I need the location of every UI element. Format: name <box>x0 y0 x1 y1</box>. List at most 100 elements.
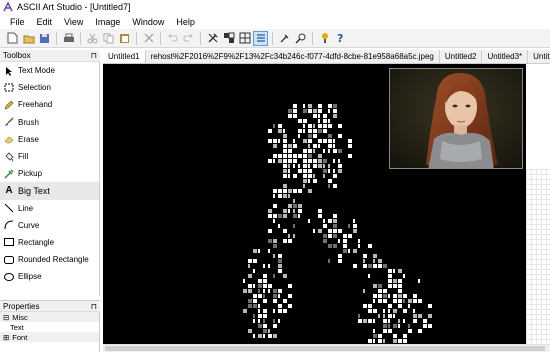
tool-rectangle[interactable]: Rectangle <box>0 234 99 251</box>
property-category-misc[interactable]: ⊟ Misc <box>0 312 99 322</box>
pin-icon[interactable]: ⊓ <box>91 302 97 311</box>
ascii-char <box>253 319 255 323</box>
ascii-char <box>303 184 305 188</box>
property-row-text[interactable]: Text <box>0 322 99 332</box>
expand-icon[interactable]: ⊞ <box>3 333 9 342</box>
scrollbar-thumb[interactable] <box>105 346 545 351</box>
ascii-char <box>263 324 267 328</box>
ascii-char <box>258 334 262 338</box>
ascii-char <box>418 329 422 333</box>
tool-fill[interactable]: Fill <box>0 148 99 165</box>
tool-big-text[interactable]: A Big Text <box>0 182 99 200</box>
ascii-char <box>398 279 402 283</box>
property-category-font[interactable]: ⊞ Font <box>0 332 99 342</box>
ascii-char <box>288 144 292 148</box>
print-icon[interactable] <box>61 31 76 46</box>
menu-edit[interactable]: Edit <box>31 17 59 27</box>
pickup-icon[interactable] <box>277 31 292 46</box>
ascii-char <box>378 334 382 338</box>
ascii-char <box>403 309 407 313</box>
text-block-icon[interactable] <box>253 30 268 46</box>
ascii-char <box>428 314 432 318</box>
ascii-char <box>263 329 267 333</box>
tab-untitled4[interactable]: Untitled4 <box>528 50 550 63</box>
ascii-char <box>253 299 257 303</box>
tool-curve[interactable]: Curve <box>0 217 99 234</box>
ascii-char <box>278 129 282 133</box>
tab-untitled1[interactable]: Untitled1 <box>103 50 146 63</box>
pin-icon[interactable]: ⊓ <box>91 51 97 60</box>
ascii-char <box>333 214 337 218</box>
cut-icon[interactable] <box>85 31 100 46</box>
help-icon[interactable]: ? <box>333 31 348 46</box>
menu-file[interactable]: File <box>4 17 31 27</box>
tool-selection[interactable]: Selection <box>0 79 99 96</box>
save-icon[interactable] <box>37 31 52 46</box>
paste-icon[interactable] <box>117 31 132 46</box>
ascii-char <box>313 229 315 233</box>
tool-pickup[interactable]: Pickup <box>0 165 99 182</box>
tool-rounded-rectangle[interactable]: Rounded Rectangle <box>0 251 99 268</box>
toolbar-separator <box>272 31 273 45</box>
ascii-char <box>333 224 337 228</box>
tab-rehost-image[interactable]: rehost%2F2016%2F9%2F13%2Fc34b246c-f077-4… <box>146 50 440 63</box>
ascii-char <box>283 139 287 143</box>
tool-ellipse[interactable]: Ellipse <box>0 268 99 285</box>
ascii-char <box>398 284 402 288</box>
property-category-label: Font <box>12 332 28 342</box>
menu-window[interactable]: Window <box>126 17 170 27</box>
new-icon[interactable] <box>5 31 20 46</box>
copy-icon[interactable] <box>101 31 116 46</box>
ascii-char <box>333 174 337 178</box>
ascii-char <box>353 229 357 233</box>
ascii-char <box>288 149 292 153</box>
tab-untitled2[interactable]: Untitled2 <box>440 50 483 63</box>
redo-icon[interactable] <box>181 31 196 46</box>
ascii-char <box>313 149 315 153</box>
ascii-canvas[interactable] <box>103 64 526 348</box>
tool-text-mode[interactable]: Text Mode <box>0 62 99 79</box>
options-icon[interactable] <box>317 31 332 46</box>
ascii-char <box>248 304 252 308</box>
menu-image[interactable]: Image <box>89 17 126 27</box>
tool-freehand[interactable]: Freehand <box>0 96 99 113</box>
tool-brush[interactable]: Brush <box>0 114 99 131</box>
ascii-char <box>378 259 382 263</box>
ascii-char <box>368 339 372 343</box>
ascii-char <box>273 219 275 223</box>
ascii-char <box>303 139 307 143</box>
ascii-char <box>363 259 365 263</box>
ascii-char <box>378 294 382 298</box>
tools-icon[interactable] <box>205 31 220 46</box>
open-icon[interactable] <box>21 31 36 46</box>
find-icon[interactable] <box>293 31 308 46</box>
collapse-icon[interactable]: ⊟ <box>3 313 9 322</box>
menu-help[interactable]: Help <box>170 17 201 27</box>
ascii-char <box>318 104 322 108</box>
menu-view[interactable]: View <box>58 17 89 27</box>
ascii-char <box>278 269 282 273</box>
ascii-char <box>348 144 352 148</box>
horizontal-scrollbar[interactable] <box>103 344 550 352</box>
window-title: ASCII Art Studio - [Untitled7] <box>17 2 131 12</box>
ascii-char <box>308 154 312 158</box>
ascii-char <box>273 204 277 208</box>
image-convert-icon[interactable] <box>221 31 236 46</box>
undo-icon[interactable] <box>165 31 180 46</box>
tool-erase[interactable]: Erase <box>0 131 99 148</box>
ascii-char <box>378 284 382 288</box>
ascii-char <box>283 274 287 278</box>
grid-icon[interactable] <box>237 31 252 46</box>
tool-label: Rounded Rectangle <box>18 255 89 265</box>
ascii-char <box>263 319 265 323</box>
tab-untitled3[interactable]: Untitled3* <box>482 50 529 63</box>
ascii-char <box>348 139 352 143</box>
ascii-char <box>373 329 375 333</box>
ascii-char <box>328 139 332 143</box>
ascii-char <box>308 139 312 143</box>
tool-line[interactable]: Line <box>0 200 99 217</box>
ascii-char <box>388 294 390 298</box>
delete-icon[interactable] <box>141 31 156 46</box>
ascii-char <box>343 249 347 253</box>
ascii-char <box>328 164 330 168</box>
